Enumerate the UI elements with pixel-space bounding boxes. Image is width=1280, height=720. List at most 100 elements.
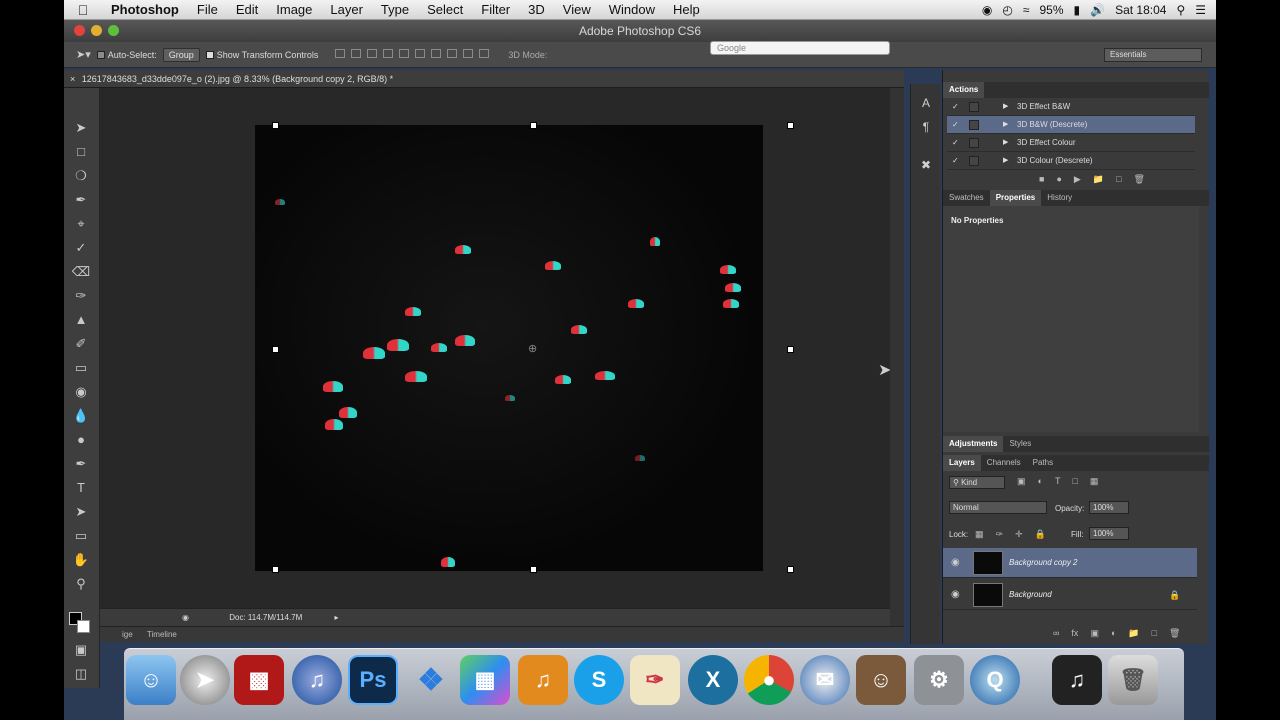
type-tool-icon[interactable]: T (70, 478, 92, 498)
visibility-eye-icon[interactable]: ◉ (951, 580, 960, 610)
minimize-window-icon[interactable] (91, 25, 102, 36)
dialog-toggle[interactable] (969, 120, 979, 130)
pen-tool-icon[interactable]: ✒ (70, 454, 92, 474)
layer-name[interactable]: Background (1009, 580, 1052, 610)
system-preferences-app-icon[interactable]: ⚙ (914, 655, 964, 705)
menu-help[interactable]: Help (664, 2, 709, 17)
distribute-bottom-icon[interactable] (463, 49, 474, 58)
battery-percent[interactable]: 95% (1039, 3, 1063, 17)
music-app-icon[interactable]: ♫ (1052, 655, 1102, 705)
clock[interactable]: Sat 18:04 (1115, 3, 1166, 17)
battery-icon[interactable]: ▮ (1074, 3, 1081, 17)
itunes-app-icon[interactable]: ♫ (292, 655, 342, 705)
move-tool-preset-icon[interactable]: ➤▾ (76, 48, 91, 61)
fill-field[interactable]: 100% (1089, 527, 1129, 540)
document-image[interactable] (255, 125, 763, 571)
new-adjustment-icon[interactable]: ◐ (1111, 628, 1116, 639)
transform-handle-tr[interactable] (787, 122, 794, 129)
link-layers-icon[interactable]: ∞ (1053, 628, 1059, 639)
menu-select[interactable]: Select (418, 2, 472, 17)
play-icon[interactable]: ▶ (1074, 174, 1081, 185)
status-menu-arrow-icon[interactable]: ▸ (335, 613, 339, 622)
visibility-eye-icon[interactable]: ◉ (951, 548, 960, 578)
distribute-top-icon[interactable] (431, 49, 442, 58)
background-color-swatch[interactable] (77, 620, 90, 633)
tab-history[interactable]: History (1041, 190, 1078, 206)
action-item[interactable]: ✓ ▶ 3D Colour (Descrete) (947, 152, 1195, 170)
add-mask-icon[interactable]: ▣ (1090, 628, 1099, 639)
action-toggle-icon[interactable]: ✓ (952, 134, 959, 152)
volume-icon[interactable]: 🔊 (1090, 3, 1105, 17)
action-toggle-icon[interactable]: ✓ (952, 98, 959, 116)
tab-properties[interactable]: Properties (989, 190, 1042, 206)
new-layer-icon[interactable]: □ (1152, 628, 1157, 639)
menu-file[interactable]: File (188, 2, 227, 17)
blend-mode-dropdown[interactable]: Normal (949, 501, 1047, 514)
transform-handle-t[interactable] (530, 122, 537, 129)
crop-tool-icon[interactable]: ⌖ (70, 214, 92, 234)
blur-tool-icon[interactable]: 💧 (70, 406, 92, 426)
new-action-icon[interactable]: □ (1116, 174, 1121, 185)
character-panel-icon[interactable]: A (917, 94, 935, 112)
screen-mode-icon[interactable]: ◫ (70, 664, 92, 684)
transform-handle-bl[interactable] (272, 566, 279, 573)
skype-app-icon[interactable]: S (574, 655, 624, 705)
close-window-icon[interactable] (74, 25, 85, 36)
game-app-icon[interactable]: ☺ (856, 655, 906, 705)
quick-mask-icon[interactable]: ▣ (70, 640, 92, 660)
tab-styles[interactable]: Styles (1003, 436, 1037, 452)
align-right-icon[interactable] (415, 49, 426, 58)
marquee-tool-icon[interactable]: □ (70, 142, 92, 162)
dialog-toggle[interactable] (969, 138, 979, 148)
dodge-tool-icon[interactable]: ● (70, 430, 92, 450)
paragraph-panel-icon[interactable]: ¶ (917, 118, 935, 136)
notification-icon[interactable]: ☰ (1195, 3, 1206, 17)
numbers-app-icon[interactable]: ▦ (460, 655, 510, 705)
transform-handle-l[interactable] (272, 346, 279, 353)
layer-name[interactable]: Background copy 2 (1009, 548, 1078, 578)
show-transform-checkbox[interactable] (205, 51, 214, 60)
lasso-tool-icon[interactable]: ❍ (70, 166, 92, 186)
expand-icon[interactable]: ▶ (1003, 98, 1008, 116)
workspace-switcher[interactable]: Essentials (1104, 48, 1202, 62)
eraser-tool-icon[interactable]: ▭ (70, 358, 92, 378)
auto-select-dropdown[interactable]: Group (162, 47, 200, 62)
record-icon[interactable]: ◉ (982, 3, 992, 17)
photo-booth-app-icon[interactable]: ▩ (234, 655, 284, 705)
align-left-icon[interactable] (383, 49, 394, 58)
wifi-icon[interactable]: ≈ (1023, 3, 1030, 17)
tab-swatches[interactable]: Swatches (943, 190, 990, 206)
pages-app-icon[interactable]: ✑ (630, 655, 680, 705)
timeline-tab[interactable]: Timeline (147, 630, 177, 639)
distribute-left-icon[interactable] (479, 49, 490, 58)
thunderbird-app-icon[interactable]: ✉ (800, 655, 850, 705)
expand-icon[interactable]: ▶ (1003, 116, 1008, 134)
document-tab-close-icon[interactable]: × (70, 74, 75, 84)
menu-filter[interactable]: Filter (472, 2, 519, 17)
lock-all-icon[interactable]: 🔒 (1035, 529, 1046, 540)
tab-actions[interactable]: Actions (943, 82, 985, 98)
menu-view[interactable]: View (554, 2, 600, 17)
type-filter-icon[interactable]: T (1055, 476, 1061, 487)
eyedropper-tool-icon[interactable]: ✓ (70, 238, 92, 258)
chrome-app-icon[interactable]: ● (744, 655, 794, 705)
history-brush-tool-icon[interactable]: ✐ (70, 334, 92, 354)
menu-app-name[interactable]: Photoshop (102, 2, 188, 17)
align-center-icon[interactable] (399, 49, 410, 58)
canvas-area[interactable]: ⊕ ➤ (100, 88, 891, 608)
hand-tool-icon[interactable]: ✋ (70, 550, 92, 570)
clone-stamp-tool-icon[interactable]: ▲ (70, 310, 92, 330)
delete-layer-icon[interactable]: 🗑 (1169, 628, 1180, 639)
apple-menu-icon[interactable]:  (64, 2, 102, 18)
transform-center-icon[interactable]: ⊕ (528, 342, 537, 355)
distribute-middle-icon[interactable] (447, 49, 458, 58)
tab-channels[interactable]: Channels (981, 455, 1027, 471)
align-bottom-icon[interactable] (367, 49, 378, 58)
menu-edit[interactable]: Edit (227, 2, 267, 17)
lock-transparency-icon[interactable]: ▦ (975, 529, 984, 540)
layer-style-icon[interactable]: fx (1071, 628, 1078, 639)
transform-handle-b[interactable] (530, 566, 537, 573)
menu-3d[interactable]: 3D (519, 2, 554, 17)
shape-filter-icon[interactable]: □ (1072, 476, 1077, 487)
action-item[interactable]: ✓ ▶ 3D B&W (Descrete) (947, 116, 1195, 134)
